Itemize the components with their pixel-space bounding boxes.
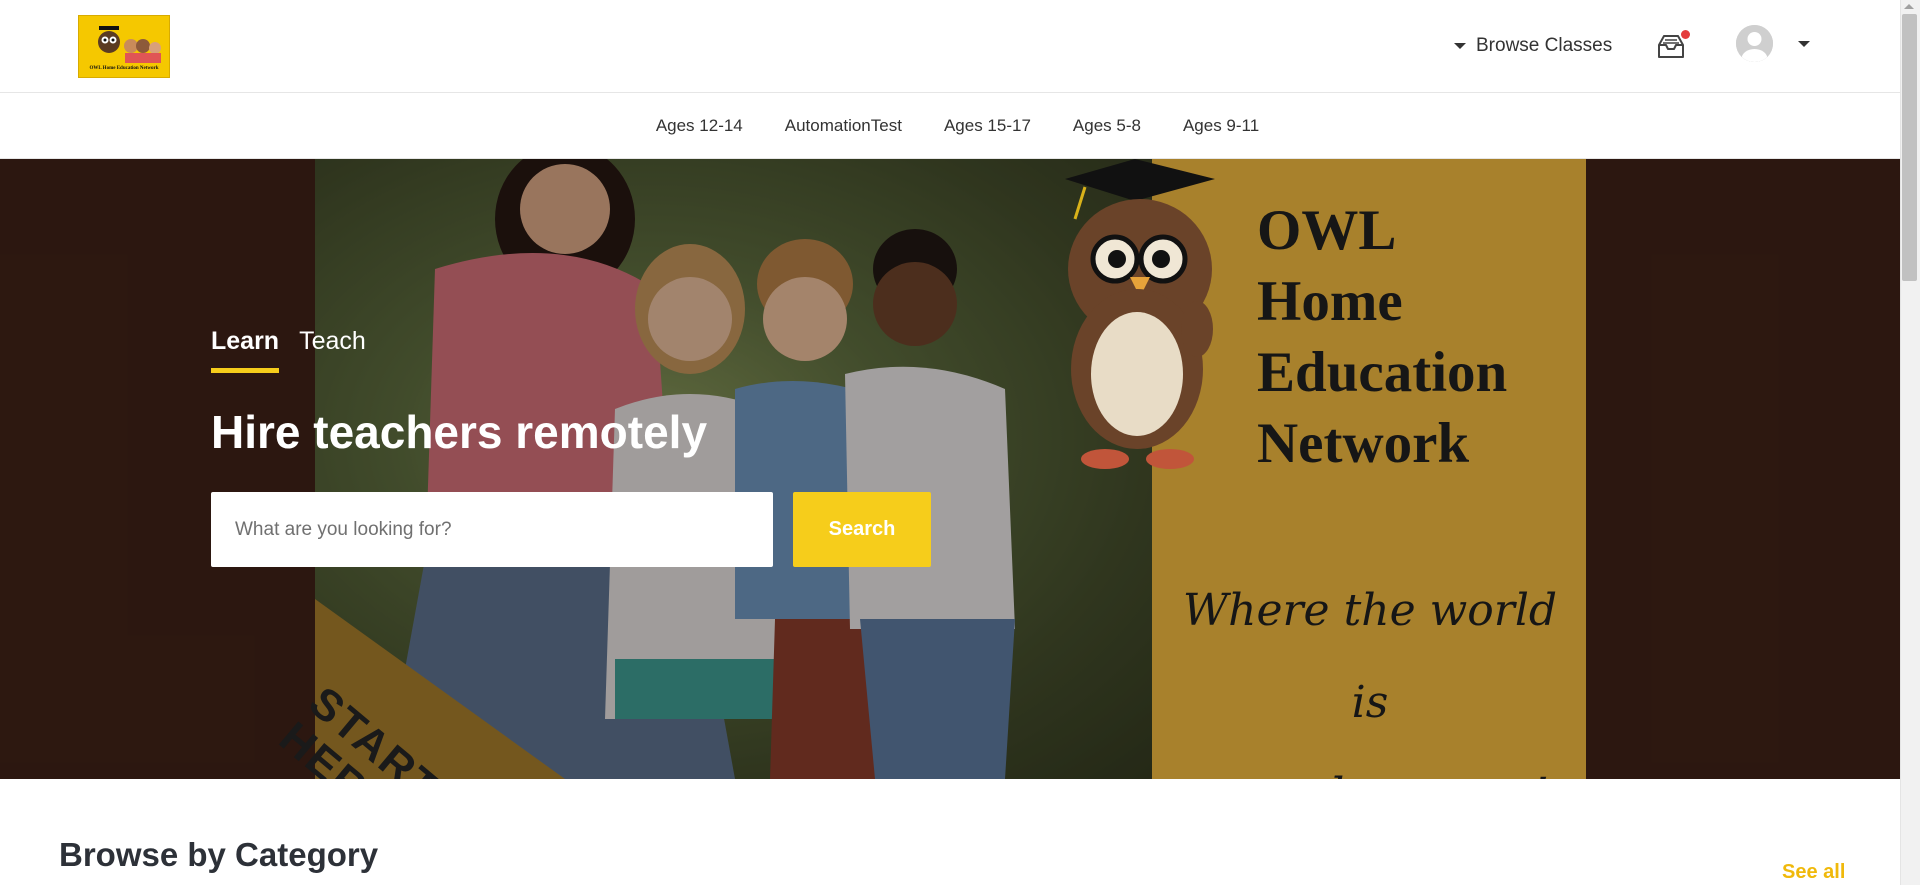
scroll-up-arrow-icon[interactable] <box>1904 4 1914 9</box>
scrollbar-thumb[interactable] <box>1902 14 1917 281</box>
poster-tagline-line: your classroom! <box>1170 749 1570 779</box>
category-link-automationtest[interactable]: AutomationTest <box>785 116 902 136</box>
category-link-ages-5-8[interactable]: Ages 5-8 <box>1073 116 1141 136</box>
category-link-ages-15-17[interactable]: Ages 15-17 <box>944 116 1031 136</box>
user-avatar-icon <box>1736 25 1773 62</box>
account-menu-caret-icon[interactable] <box>1798 41 1810 47</box>
notification-dot <box>1681 30 1690 39</box>
browse-classes-label: Browse Classes <box>1476 35 1613 56</box>
poster-title-line: Home <box>1257 270 1403 333</box>
poster-tagline: Where the world is your classroom! <box>1170 565 1570 779</box>
hero-banner: OWL Home Education Network Where the wor… <box>0 159 1900 779</box>
poster-tagline-line: Where the world is <box>1182 585 1558 728</box>
category-link-ages-12-14[interactable]: Ages 12-14 <box>656 116 743 136</box>
poster-title-line: OWL <box>1257 199 1397 262</box>
site-logo[interactable]: OWL Home Education Network <box>78 15 170 78</box>
poster-title-line: Education <box>1257 341 1508 404</box>
owl-mascot-icon <box>1065 159 1215 469</box>
search-input[interactable] <box>211 492 773 567</box>
user-avatar[interactable] <box>1736 25 1773 62</box>
hero-dark-overlay <box>0 159 1900 779</box>
hero-title: Hire teachers remotely <box>211 406 708 458</box>
search-button[interactable]: Search <box>793 492 931 567</box>
poster-title: OWL Home Education Network <box>1257 195 1507 479</box>
category-link-ages-9-11[interactable]: Ages 9-11 <box>1183 116 1259 136</box>
top-header: OWL Home Education Network Browse Classe… <box>0 0 1900 93</box>
browse-classes-dropdown[interactable]: Browse Classes <box>1454 33 1612 59</box>
hero-tabs: Learn Teach <box>211 327 386 373</box>
category-nav: Ages 12-14 AutomationTest Ages 15-17 Age… <box>0 94 1900 159</box>
logo-caption: OWL Home Education Network <box>89 66 159 71</box>
poster-title-line: Network <box>1257 412 1470 475</box>
tab-learn[interactable]: Learn <box>211 327 280 373</box>
tab-teach[interactable]: Teach <box>299 327 366 373</box>
see-all-link[interactable]: See all <box>1782 861 1845 884</box>
caret-down-icon <box>1454 43 1466 49</box>
browse-by-category-heading: Browse by Category <box>59 836 379 873</box>
